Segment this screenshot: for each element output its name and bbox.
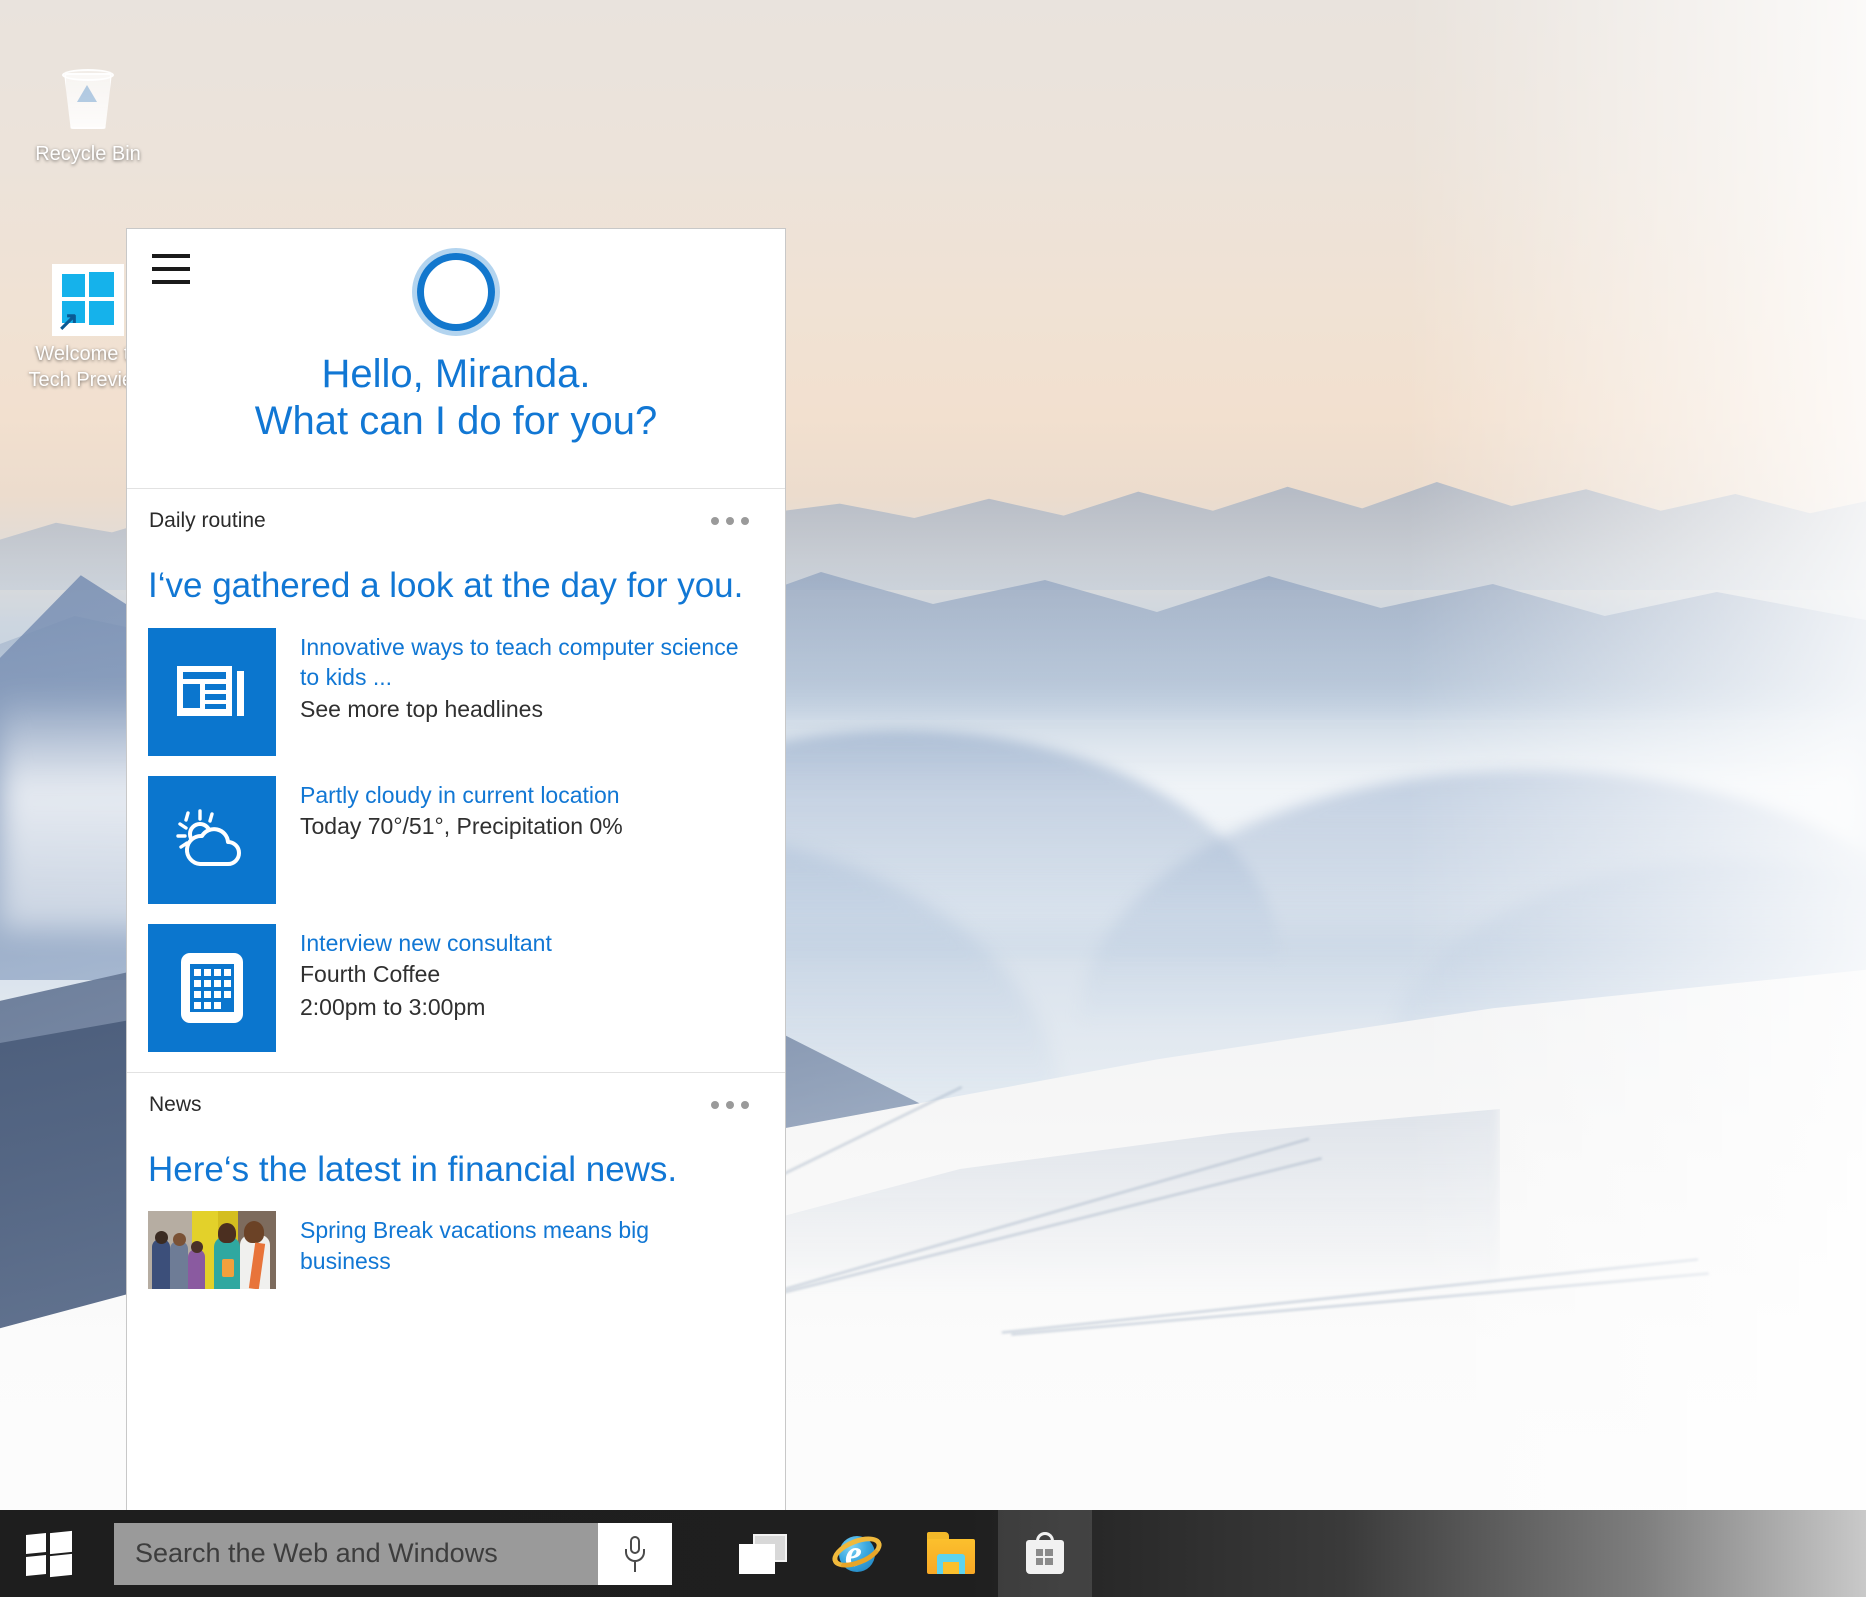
store-icon (1023, 1532, 1067, 1576)
card-title[interactable]: Partly cloudy in current location (300, 780, 623, 811)
shortcut-arrow-icon: ↗ (56, 310, 80, 334)
search-box[interactable] (114, 1523, 672, 1585)
news-thumbnail-image[interactable] (148, 1211, 276, 1289)
card-title[interactable]: Interview new consultant (300, 928, 552, 959)
taskbar-buttons: e (716, 1510, 1092, 1597)
desktop-icon-recycle-bin[interactable]: Recycle Bin (22, 58, 154, 168)
section-header: Daily routine (127, 489, 785, 547)
greeting-line-1: Hello, Miranda. (127, 351, 785, 398)
card-text: Interview new consultant Fourth Coffee 2… (300, 924, 552, 1024)
section-headline: Here‘s the latest in financial news. (127, 1131, 785, 1202)
start-button[interactable] (0, 1510, 97, 1597)
windows-start-icon (26, 1532, 72, 1576)
card-financial-news[interactable]: Spring Break vacations means big busines… (127, 1201, 785, 1299)
card-text: Partly cloudy in current location Today … (300, 776, 623, 843)
section-overflow-menu-button[interactable] (707, 1093, 753, 1117)
card-title[interactable]: Innovative ways to teach computer scienc… (300, 632, 757, 693)
section-headline: I‘ve gathered a look at the day for you. (127, 547, 785, 618)
card-text: Spring Break vacations means big busines… (300, 1211, 680, 1276)
task-view-icon (739, 1534, 787, 1574)
card-subtitle: See more top headlines (300, 693, 757, 726)
desktop-screen: Recycle Bin ↗ Welcome to Tech Preview He… (0, 0, 1866, 1597)
cortana-greeting: Hello, Miranda. What can I do for you? (127, 351, 785, 445)
store-button[interactable] (998, 1510, 1092, 1597)
section-title: News (149, 1093, 202, 1117)
recycle-bin-icon (22, 58, 154, 142)
file-explorer-icon (925, 1532, 977, 1576)
task-view-button[interactable] (716, 1510, 810, 1597)
card-text: Innovative ways to teach computer scienc… (300, 628, 757, 726)
partly-cloudy-icon[interactable] (148, 776, 276, 904)
internet-explorer-icon: e (831, 1530, 883, 1578)
cortana-orb-icon[interactable] (417, 253, 495, 331)
section-header: News (127, 1073, 785, 1131)
cortana-header: Hello, Miranda. What can I do for you? (127, 229, 785, 489)
card-weather[interactable]: Partly cloudy in current location Today … (127, 766, 785, 914)
internet-explorer-button[interactable]: e (810, 1510, 904, 1597)
card-subtitle: Today 70°/51°, Precipitation 0% (300, 810, 623, 843)
card-subtitle: Fourth Coffee (300, 958, 552, 991)
section-daily-routine: Daily routine I‘ve gathered a look at th… (127, 489, 785, 1073)
taskbar: e (0, 1510, 1866, 1597)
microphone-icon[interactable] (598, 1523, 672, 1585)
file-explorer-button[interactable] (904, 1510, 998, 1597)
section-overflow-menu-button[interactable] (707, 509, 753, 533)
section-title: Daily routine (149, 509, 266, 533)
search-input[interactable] (114, 1523, 598, 1585)
section-news: News Here‘s the latest in financial news… (127, 1073, 785, 1300)
newspaper-icon[interactable] (148, 628, 276, 756)
greeting-line-2: What can I do for you? (127, 398, 785, 445)
desktop-icon-label: Recycle Bin (22, 142, 154, 168)
card-title[interactable]: Spring Break vacations means big busines… (300, 1215, 680, 1276)
calendar-icon[interactable] (148, 924, 276, 1052)
cortana-panel: Hello, Miranda. What can I do for you? D… (126, 228, 786, 1510)
hamburger-icon[interactable] (152, 254, 190, 284)
card-calendar[interactable]: Interview new consultant Fourth Coffee 2… (127, 914, 785, 1062)
card-news[interactable]: Innovative ways to teach computer scienc… (127, 618, 785, 766)
card-subtitle-2: 2:00pm to 3:00pm (300, 991, 552, 1024)
